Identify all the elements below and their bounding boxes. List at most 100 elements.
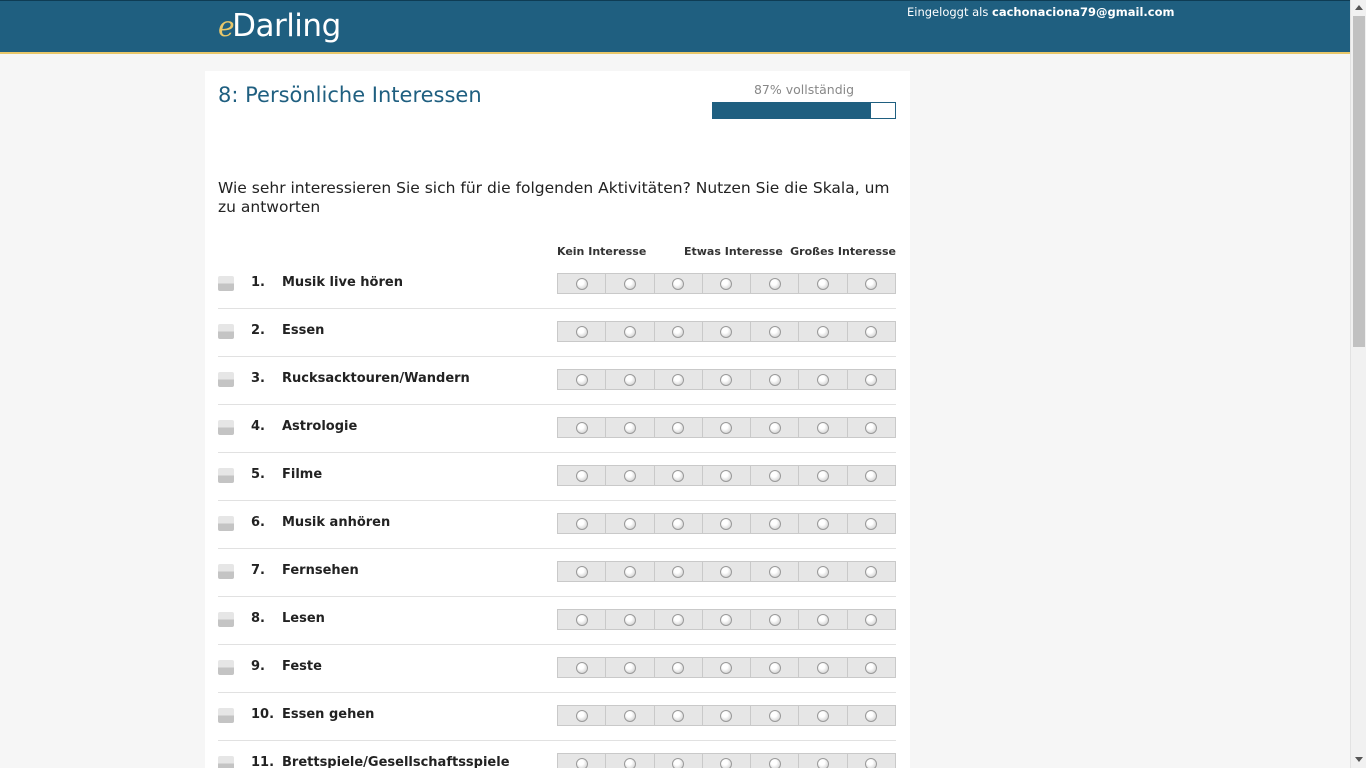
rating-cell[interactable] — [655, 322, 703, 341]
rating-radio[interactable] — [672, 469, 685, 482]
rating-cell[interactable] — [751, 466, 800, 485]
rating-radio[interactable] — [672, 277, 685, 290]
rating-radio[interactable] — [672, 709, 685, 722]
rating-cell[interactable] — [799, 370, 848, 389]
skip-toggle-icon[interactable] — [218, 612, 234, 627]
rating-radio[interactable] — [817, 565, 830, 578]
rating-cell[interactable] — [703, 562, 752, 581]
rating-cell[interactable] — [848, 418, 895, 437]
rating-radio[interactable] — [768, 709, 781, 722]
rating-radio[interactable] — [865, 565, 878, 578]
scroll-up-icon[interactable] — [1355, 5, 1363, 10]
rating-radio[interactable] — [623, 325, 636, 338]
rating-radio[interactable] — [817, 421, 830, 434]
rating-cell[interactable] — [558, 610, 607, 629]
rating-radio[interactable] — [623, 709, 636, 722]
rating-radio[interactable] — [817, 661, 830, 674]
rating-radio[interactable] — [623, 373, 636, 386]
rating-radio[interactable] — [672, 661, 685, 674]
skip-toggle-icon[interactable] — [218, 468, 234, 483]
rating-cell[interactable] — [799, 754, 848, 768]
rating-cell[interactable] — [655, 562, 703, 581]
rating-cell[interactable] — [703, 370, 752, 389]
rating-radio[interactable] — [575, 277, 588, 290]
rating-cell[interactable] — [558, 514, 607, 533]
rating-radio[interactable] — [672, 517, 685, 530]
rating-radio[interactable] — [672, 421, 685, 434]
rating-radio[interactable] — [865, 709, 878, 722]
rating-cell[interactable] — [703, 466, 752, 485]
rating-cell[interactable] — [848, 322, 895, 341]
rating-cell[interactable] — [751, 322, 800, 341]
edarling-logo[interactable]: eDarling — [218, 8, 341, 44]
rating-radio[interactable] — [623, 757, 636, 768]
rating-radio[interactable] — [817, 757, 830, 768]
rating-cell[interactable] — [655, 658, 703, 677]
rating-radio[interactable] — [720, 277, 733, 290]
rating-radio[interactable] — [720, 613, 733, 626]
page-scrollbar[interactable] — [1350, 0, 1366, 768]
skip-toggle-icon[interactable] — [218, 420, 234, 435]
skip-toggle-icon[interactable] — [218, 756, 234, 768]
rating-cell[interactable] — [848, 370, 895, 389]
rating-cell[interactable] — [655, 706, 703, 725]
rating-radio[interactable] — [672, 613, 685, 626]
rating-cell[interactable] — [606, 322, 655, 341]
rating-cell[interactable] — [751, 706, 800, 725]
rating-cell[interactable] — [606, 706, 655, 725]
skip-toggle-icon[interactable] — [218, 564, 234, 579]
rating-cell[interactable] — [558, 322, 607, 341]
skip-toggle-icon[interactable] — [218, 372, 234, 387]
rating-cell[interactable] — [799, 418, 848, 437]
rating-cell[interactable] — [606, 514, 655, 533]
rating-cell[interactable] — [655, 754, 703, 768]
rating-radio[interactable] — [768, 325, 781, 338]
rating-cell[interactable] — [655, 274, 703, 293]
rating-cell[interactable] — [751, 754, 800, 768]
skip-toggle-icon[interactable] — [218, 276, 234, 291]
login-email[interactable]: cachonaciona79@gmail.com — [992, 5, 1174, 19]
rating-radio[interactable] — [865, 277, 878, 290]
rating-cell[interactable] — [558, 706, 607, 725]
rating-radio[interactable] — [720, 709, 733, 722]
rating-cell[interactable] — [606, 466, 655, 485]
rating-cell[interactable] — [751, 418, 800, 437]
rating-cell[interactable] — [799, 466, 848, 485]
scroll-down-icon[interactable] — [1355, 757, 1363, 762]
rating-radio[interactable] — [768, 277, 781, 290]
rating-cell[interactable] — [848, 658, 895, 677]
rating-cell[interactable] — [848, 562, 895, 581]
rating-radio[interactable] — [672, 325, 685, 338]
rating-radio[interactable] — [768, 661, 781, 674]
skip-toggle-icon[interactable] — [218, 324, 234, 339]
rating-cell[interactable] — [558, 274, 607, 293]
rating-radio[interactable] — [575, 565, 588, 578]
rating-cell[interactable] — [558, 754, 607, 768]
rating-radio[interactable] — [817, 613, 830, 626]
rating-radio[interactable] — [623, 469, 636, 482]
rating-radio[interactable] — [720, 661, 733, 674]
rating-radio[interactable] — [575, 373, 588, 386]
rating-radio[interactable] — [865, 661, 878, 674]
rating-radio[interactable] — [720, 421, 733, 434]
rating-cell[interactable] — [848, 754, 895, 768]
rating-cell[interactable] — [799, 274, 848, 293]
rating-cell[interactable] — [703, 274, 752, 293]
rating-radio[interactable] — [768, 469, 781, 482]
rating-cell[interactable] — [799, 562, 848, 581]
rating-radio[interactable] — [768, 421, 781, 434]
rating-radio[interactable] — [865, 421, 878, 434]
rating-radio[interactable] — [768, 757, 781, 768]
rating-radio[interactable] — [865, 613, 878, 626]
rating-cell[interactable] — [606, 658, 655, 677]
rating-radio[interactable] — [623, 565, 636, 578]
rating-radio[interactable] — [672, 757, 685, 768]
skip-toggle-icon[interactable] — [218, 660, 234, 675]
rating-radio[interactable] — [623, 421, 636, 434]
rating-cell[interactable] — [606, 610, 655, 629]
skip-toggle-icon[interactable] — [218, 516, 234, 531]
rating-radio[interactable] — [575, 421, 588, 434]
rating-cell[interactable] — [799, 658, 848, 677]
rating-cell[interactable] — [848, 466, 895, 485]
rating-radio[interactable] — [575, 757, 588, 768]
